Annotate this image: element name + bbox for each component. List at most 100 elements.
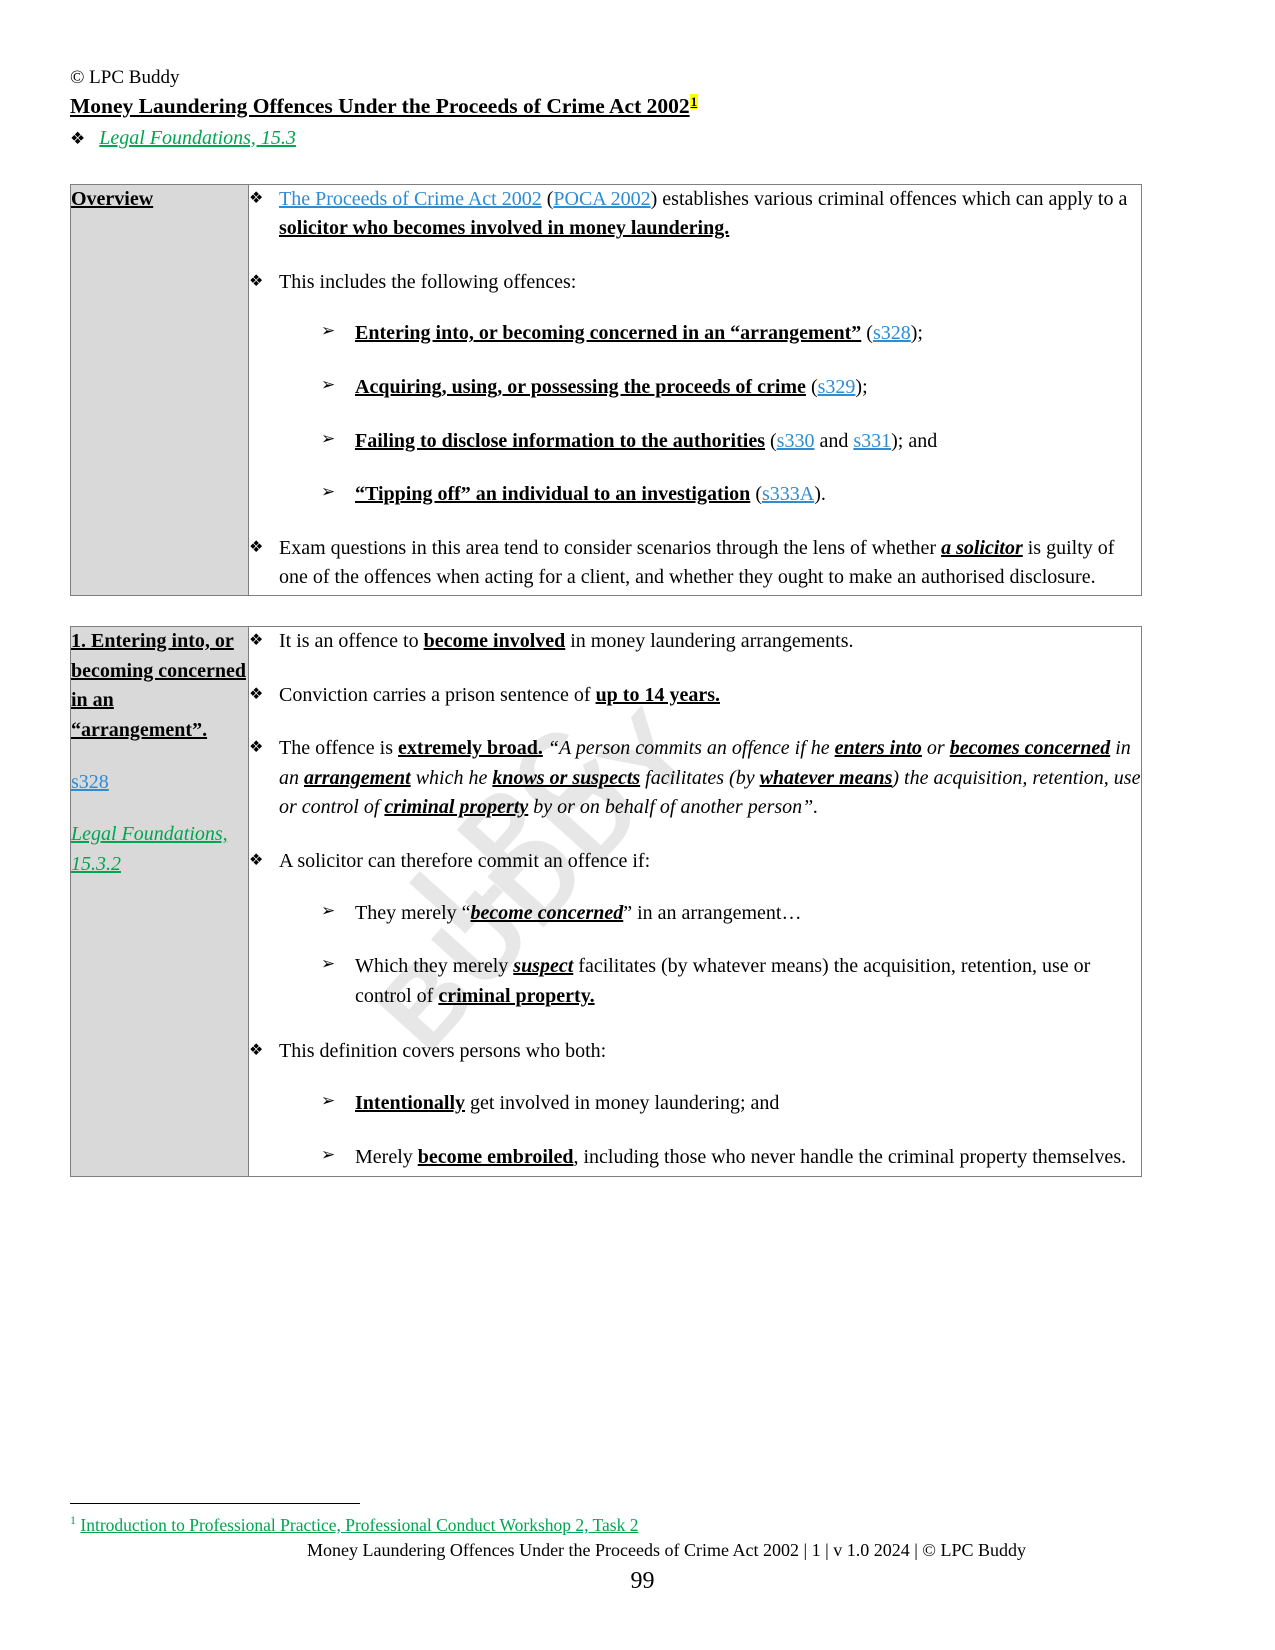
list-item: ❖ This definition covers persons who bot… <box>249 1037 1141 1067</box>
list-item: ➢ They merely “become concerned” in an a… <box>321 899 1141 929</box>
sub-item-become-concerned: They merely “become concerned” in an arr… <box>355 899 1141 929</box>
emphasis-text: suspect <box>513 955 574 978</box>
list-item: ➢ Failing to disclose information to the… <box>321 427 1141 457</box>
s328-link[interactable]: s328 <box>873 322 911 344</box>
section-bullet-3: The offence is extremely broad. “A perso… <box>279 734 1141 823</box>
list-item: ➢ Which they merely suspect facilitates … <box>321 952 1141 1011</box>
overview-closing-list: ❖ Exam questions in this area tend to co… <box>249 534 1141 593</box>
section-bullet-5-list: ❖ This definition covers persons who bot… <box>249 1037 1141 1067</box>
quote-fragment: by or on behalf of another person”. <box>528 796 819 819</box>
diamond-bullet-icon: ❖ <box>249 737 264 757</box>
list-item: ➢ Acquiring, using, or possessing the pr… <box>321 373 1141 403</box>
emphasis-text: criminal property <box>384 796 529 819</box>
text-fragment: , including those who never handle the c… <box>573 1145 1127 1168</box>
diamond-bullet-icon: ❖ <box>249 187 264 207</box>
footnote-number: 1 <box>70 1513 76 1527</box>
s328-sidebar-link[interactable]: s328 <box>71 771 248 794</box>
diamond-bullet-icon: ❖ <box>249 270 264 290</box>
sub-item-embroiled: Merely become embroiled, including those… <box>355 1143 1141 1173</box>
arrow-bullet-icon: ➢ <box>321 375 336 396</box>
text-fragment: They merely “ <box>355 901 471 924</box>
section-bullet-4-sublist: ➢ They merely “become concerned” in an a… <box>249 899 1141 1012</box>
offence-item-3: Failing to disclose information to the a… <box>355 427 1141 457</box>
list-item: ➢ Entering into, or becoming concerned i… <box>321 319 1141 349</box>
quote-fragment: facilitates (by <box>640 766 760 789</box>
overview-bullet-1: The Proceeds of Crime Act 2002 (POCA 200… <box>279 185 1141 244</box>
section-1-label-cell: 1. Entering into, or becoming concerned … <box>70 626 249 1178</box>
list-item: ❖ Exam questions in this area tend to co… <box>249 534 1141 593</box>
arrow-bullet-icon: ➢ <box>321 1144 336 1165</box>
offence-title: Acquiring, using, or possessing the proc… <box>355 376 806 399</box>
text-fragment: ( <box>861 322 873 345</box>
list-item: ➢ “Tipping off” an individual to an inve… <box>321 480 1141 510</box>
emphasis-text: a solicitor <box>941 536 1023 559</box>
diamond-bullet-icon: ❖ <box>70 128 86 149</box>
emphasis-text: extremely broad. <box>398 737 543 760</box>
emphasis-text: knows or suspects <box>492 766 641 789</box>
s331-link[interactable]: s331 <box>853 430 891 452</box>
text-fragment: ( <box>764 429 777 452</box>
diamond-bullet-icon: ❖ <box>249 536 264 556</box>
page-title: Money Laundering Offences Under the Proc… <box>70 93 690 118</box>
emphasis-text: criminal property. <box>438 984 595 1007</box>
quote-fragment: which he <box>410 766 493 789</box>
offence-title: “Tipping off” an individual to an invest… <box>355 483 751 506</box>
poca-2002-link[interactable]: POCA 2002 <box>553 188 650 210</box>
offence-sub-list: ➢ Entering into, or becoming concerned i… <box>249 319 1141 509</box>
poca-act-link[interactable]: The Proceeds of Crime Act 2002 <box>279 188 542 210</box>
text-fragment: Conviction carries a prison sentence of <box>279 683 596 706</box>
table-row: Overview ❖ The Proceeds of Crime Act 200… <box>70 183 1142 597</box>
diamond-bullet-icon: ❖ <box>249 630 264 650</box>
overview-table: Overview ❖ The Proceeds of Crime Act 200… <box>70 183 1142 597</box>
emphasis-text: up to 14 years. <box>595 683 721 706</box>
overview-bullet-list: ❖ The Proceeds of Crime Act 2002 (POCA 2… <box>249 185 1141 298</box>
legal-foundations-link[interactable]: Legal Foundations, 15.3 <box>99 127 296 150</box>
table-row: 1. Entering into, or becoming concerned … <box>70 626 1142 1178</box>
emphasis-text: solicitor who becomes involved in money … <box>279 217 730 240</box>
text-fragment: The offence is <box>279 737 399 760</box>
text-fragment: in money laundering arrangements. <box>565 630 854 653</box>
s329-link[interactable]: s329 <box>818 376 856 398</box>
footnote-link[interactable]: Introduction to Professional Practice, P… <box>80 1515 638 1535</box>
overview-label-cell: Overview <box>70 183 249 597</box>
sub-item-suspect: Which they merely suspect facilitates (b… <box>355 952 1141 1011</box>
list-item: ❖ It is an offence to become involved in… <box>249 627 1141 657</box>
list-item: ❖ The offence is extremely broad. “A per… <box>249 734 1141 823</box>
text-fragment: Which they merely <box>355 955 514 978</box>
section-1-bullet-list: ❖ It is an offence to become involved in… <box>249 627 1141 877</box>
list-item: ➢ Merely become embroiled, including tho… <box>321 1143 1141 1173</box>
s333a-link[interactable]: s333A <box>762 483 814 505</box>
text-fragment: Merely <box>355 1145 418 1168</box>
footnote-separator-rule <box>70 1503 360 1504</box>
text-fragment: ) establishes various criminal offences … <box>650 187 1128 210</box>
diamond-bullet-icon: ❖ <box>249 683 264 703</box>
text-fragment: ); <box>910 322 923 345</box>
section-bullet-1: It is an offence to become involved in m… <box>279 627 1141 657</box>
section-1-body-cell: ❖ It is an offence to become involved in… <box>248 626 1142 1178</box>
text-fragment: ); <box>855 376 868 399</box>
overview-label: Overview <box>71 187 154 210</box>
text-fragment: ( <box>805 376 818 399</box>
text-fragment: ( <box>750 483 762 506</box>
emphasis-text: Intentionally <box>355 1091 466 1114</box>
offence-title: Entering into, or becoming concerned in … <box>355 322 862 345</box>
s330-link[interactable]: s330 <box>777 430 815 452</box>
emphasis-text: become embroiled <box>417 1145 574 1168</box>
list-item: ❖ This includes the following offences: <box>249 268 1141 298</box>
footnote: 1 Introduction to Professional Practice,… <box>70 1513 638 1537</box>
page-content: © LPC Buddy Money Laundering Offences Un… <box>70 66 1142 1178</box>
section-bullet-5-sublist: ➢ Intentionally get involved in money la… <box>249 1089 1141 1172</box>
text-fragment: get involved in money laundering; and <box>465 1091 780 1114</box>
page-footer: Money Laundering Offences Under the Proc… <box>306 1540 1027 1560</box>
page-title-line: Money Laundering Offences Under the Proc… <box>70 93 1142 121</box>
legal-foundations-sidebar-link[interactable]: Legal Foundations, 15.3.2 <box>71 820 248 879</box>
sub-item-intentionally: Intentionally get involved in money laun… <box>355 1089 1141 1119</box>
list-item: ➢ Intentionally get involved in money la… <box>321 1089 1141 1119</box>
offence-item-2: Acquiring, using, or possessing the proc… <box>355 373 1141 403</box>
text-fragment: ” in an arrangement… <box>623 901 802 924</box>
footnote-marker: 1 <box>689 94 699 110</box>
emphasis-text: become involved <box>423 630 566 653</box>
arrow-bullet-icon: ➢ <box>321 900 336 921</box>
text-fragment: and <box>814 429 854 452</box>
overview-bullet-3: Exam questions in this area tend to cons… <box>279 534 1141 593</box>
